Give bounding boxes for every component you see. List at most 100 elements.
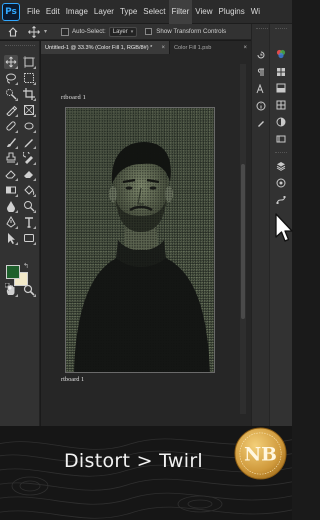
tool-group-indicator: [33, 98, 36, 101]
brush-tool[interactable]: [4, 135, 18, 149]
brush-settings-icon[interactable]: [255, 117, 267, 129]
tool-group-indicator: [15, 130, 18, 133]
panel-grip[interactable]: [275, 152, 287, 155]
move-tool[interactable]: [4, 55, 18, 69]
tool-group-indicator: [15, 210, 18, 213]
vertical-scrollbar[interactable]: [240, 64, 246, 414]
crop-tool[interactable]: [22, 87, 36, 101]
background-eraser-tool[interactable]: [22, 167, 36, 181]
tab-untitled-1[interactable]: Untitled-1 @ 33.3% (Color Fill 1, RGB/8#…: [41, 41, 169, 54]
quick-select-tool[interactable]: [4, 87, 18, 101]
nb-logo-badge: NB: [234, 427, 287, 480]
paragraph-panel-icon[interactable]: [255, 66, 267, 78]
portrait-photo: [66, 108, 214, 372]
tool-group-indicator: [15, 146, 18, 149]
eyedropper-tool[interactable]: [4, 103, 18, 117]
artboard-image[interactable]: [65, 107, 215, 373]
tool-group-indicator: [15, 226, 18, 229]
default-colors-icon[interactable]: [5, 283, 12, 290]
move-tool-icon[interactable]: [28, 25, 40, 38]
tab-label: Untitled-1 @ 33.3% (Color Fill 1, RGB/8#…: [45, 44, 153, 51]
menu-image[interactable]: Image: [63, 0, 91, 24]
tool-group-indicator: [33, 130, 36, 133]
tool-group-indicator: [15, 114, 18, 117]
libraries-panel-icon[interactable]: [275, 133, 287, 145]
clone-stamp-tool[interactable]: [4, 151, 18, 165]
canvas-area[interactable]: rtboard 1 rtboard 1: [41, 54, 251, 426]
frame-tool[interactable]: [22, 103, 36, 117]
shape-tool[interactable]: [22, 231, 36, 245]
type-tool[interactable]: [22, 215, 36, 229]
auto-select-dropdown[interactable]: Layer ▾: [108, 26, 138, 37]
menu-filter[interactable]: Filter: [168, 0, 193, 24]
tool-group-indicator: [15, 178, 18, 181]
gradient-tool[interactable]: [4, 183, 18, 197]
paths-panel-icon[interactable]: [275, 194, 287, 206]
tool-group-indicator: [33, 114, 36, 117]
menu-type[interactable]: Type: [117, 0, 140, 24]
close-icon[interactable]: ×: [243, 45, 247, 51]
chevron-down-icon[interactable]: ▾: [44, 28, 47, 35]
artboard-tool[interactable]: [22, 55, 36, 69]
patterns-panel-icon[interactable]: [275, 99, 287, 111]
close-icon[interactable]: ×: [161, 45, 165, 51]
blur-tool[interactable]: [4, 199, 18, 213]
adjustments-panel-icon[interactable]: [275, 116, 287, 128]
info-panel-icon[interactable]: [255, 100, 267, 112]
tool-group-indicator: [15, 162, 18, 165]
tab-color-fill-1[interactable]: Color Fill 1.psb ×: [169, 41, 251, 54]
tool-group-indicator: [15, 66, 18, 69]
panel-grip[interactable]: [256, 28, 268, 31]
channels-panel-icon[interactable]: [275, 177, 287, 189]
layers-panel-icon[interactable]: [275, 160, 287, 172]
menu-edit[interactable]: Edit: [43, 0, 63, 24]
dodge-tool[interactable]: [22, 199, 36, 213]
mouse-cursor-icon: [275, 213, 293, 242]
tool-group-indicator: [33, 194, 36, 197]
scrollbar-thumb[interactable]: [241, 164, 245, 319]
character-panel-icon[interactable]: [255, 83, 267, 95]
paint-bucket-tool[interactable]: [22, 183, 36, 197]
color-panel-icon[interactable]: [275, 48, 287, 60]
tool-group-indicator: [33, 82, 36, 85]
menu-file[interactable]: File: [24, 0, 43, 24]
pen-tool[interactable]: [4, 215, 18, 229]
artboard-label[interactable]: rtboard 1: [61, 94, 86, 101]
gradients-panel-icon[interactable]: [275, 82, 287, 94]
menu-window[interactable]: Wi: [248, 0, 263, 24]
pencil-tool[interactable]: [22, 135, 36, 149]
history-brush-tool[interactable]: [22, 151, 36, 165]
lasso-tool[interactable]: [4, 71, 18, 85]
tool-group-indicator: [15, 194, 18, 197]
tool-group-indicator: [33, 210, 36, 213]
swatches-panel-icon[interactable]: [275, 66, 287, 78]
marquee-tool[interactable]: [22, 71, 36, 85]
patch-tool[interactable]: [22, 119, 36, 133]
menu-bar: Ps File Edit Image Layer Type Select Fil…: [0, 0, 292, 24]
menu-select[interactable]: Select: [140, 0, 168, 24]
foreground-color-swatch[interactable]: [6, 265, 20, 279]
tool-group-indicator: [33, 178, 36, 181]
path-select-tool[interactable]: [4, 231, 18, 245]
eraser-tool[interactable]: [4, 167, 18, 181]
tool-group-indicator: [15, 294, 18, 297]
home-icon[interactable]: [8, 26, 18, 37]
swap-colors-icon[interactable]: ↰: [23, 262, 29, 270]
checkbox-checked-icon[interactable]: [61, 27, 70, 36]
tool-group-indicator: [33, 66, 36, 69]
menu-view[interactable]: View: [192, 0, 215, 24]
history-panel-icon[interactable]: [255, 49, 267, 61]
badge-monogram: NB: [244, 443, 277, 465]
menu-layer[interactable]: Layer: [91, 0, 117, 24]
tool-group-indicator: [15, 242, 18, 245]
artboard-bottom-label[interactable]: rtboard 1: [61, 376, 84, 383]
show-transform-checkbox[interactable]: [145, 28, 153, 35]
panel-grip[interactable]: [275, 28, 287, 31]
tool-group-indicator: [33, 226, 36, 229]
tool-group-indicator: [15, 98, 18, 101]
panel-grip[interactable]: [5, 45, 35, 49]
tool-group-indicator: [33, 146, 36, 149]
healing-brush-tool[interactable]: [4, 119, 18, 133]
show-transform-label: Show Transform Controls: [156, 28, 227, 35]
menu-plugins[interactable]: Plugins: [216, 0, 248, 24]
